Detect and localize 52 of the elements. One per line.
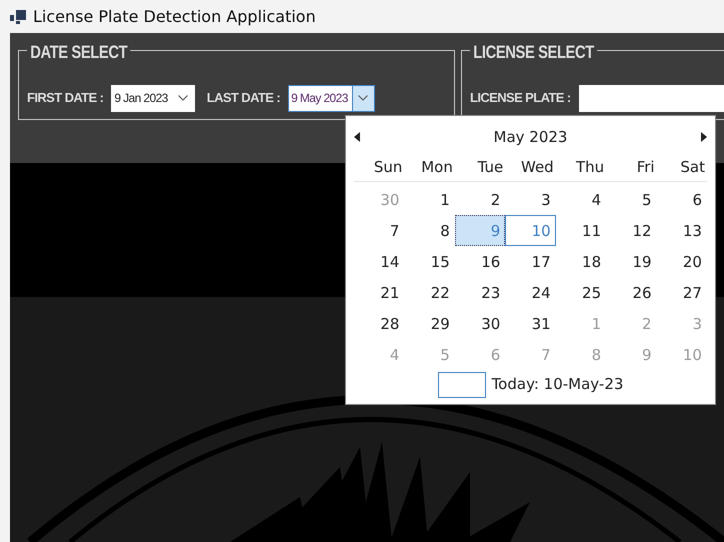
field-label: LICENSE PLATE : (470, 89, 571, 108)
weekday-label: Mon (420, 157, 454, 178)
day-cell[interactable]: 6 (656, 184, 707, 214)
weekday-label: Tue (476, 157, 504, 178)
license-plate-field[interactable] (578, 84, 724, 112)
weekday-label: Thu (574, 157, 606, 178)
day-cell[interactable]: 16 (454, 246, 506, 276)
field-label: FIRST DATE : (27, 89, 104, 108)
day-cell[interactable]: 28 (354, 308, 404, 338)
day-cell[interactable]: 10 (505, 214, 556, 246)
today-marker (438, 372, 486, 398)
day-cell[interactable]: 2 (454, 184, 506, 214)
day-cell[interactable]: 27 (656, 276, 707, 308)
day-cell[interactable]: 13 (656, 214, 707, 246)
day-cell[interactable]: 4 (556, 184, 606, 214)
day-cell[interactable]: 17 (505, 246, 556, 276)
weekday-label: Sun (372, 157, 404, 178)
day-cell[interactable]: 1 (404, 184, 455, 214)
day-cell[interactable]: 15 (404, 246, 455, 276)
day-cell[interactable]: 25 (556, 276, 606, 308)
day-cell[interactable]: 18 (556, 246, 606, 276)
day-cell[interactable]: 21 (354, 276, 404, 308)
chevron-down-icon (178, 95, 188, 101)
field-label: LAST DATE : (206, 89, 280, 108)
previous-month-icon[interactable] (354, 132, 360, 142)
day-cell[interactable]: 8 (404, 214, 455, 246)
day-cell[interactable]: 19 (606, 246, 657, 276)
day-cell[interactable]: 29 (404, 308, 455, 338)
day-cell[interactable]: 20 (656, 246, 707, 276)
day-cell[interactable]: 11 (556, 214, 606, 246)
today-link[interactable]: Today: 10-May-23 (492, 373, 624, 396)
window-title: License Plate Detection Application (33, 6, 316, 28)
day-cell[interactable]: 23 (454, 276, 506, 308)
date-picker[interactable]: 9 May 2023 (288, 84, 375, 112)
day-cell[interactable]: 5 (606, 184, 657, 214)
day-cell[interactable]: 31 (505, 308, 556, 338)
weekday-label: Wed (520, 157, 555, 178)
day-cell[interactable]: 12 (606, 214, 657, 246)
chevron-down-icon (358, 95, 368, 101)
day-cell[interactable]: 14 (354, 246, 404, 276)
day-cell[interactable]: 26 (606, 276, 657, 308)
next-month-icon[interactable] (700, 132, 707, 142)
day-cell[interactable]: 30 (454, 308, 506, 338)
day-cell[interactable]: 7 (354, 214, 404, 246)
app-icon (10, 10, 26, 24)
day-cell[interactable]: 24 (505, 276, 556, 308)
weekday-label: Sat (679, 157, 706, 178)
date-picker[interactable]: 9 Jan 2023 (111, 84, 195, 112)
month-title[interactable]: May 2023 (494, 126, 568, 148)
day-cell[interactable]: 3 (505, 184, 556, 214)
weekday-label: Fri (636, 157, 656, 178)
day-cell[interactable]: 22 (404, 276, 455, 308)
